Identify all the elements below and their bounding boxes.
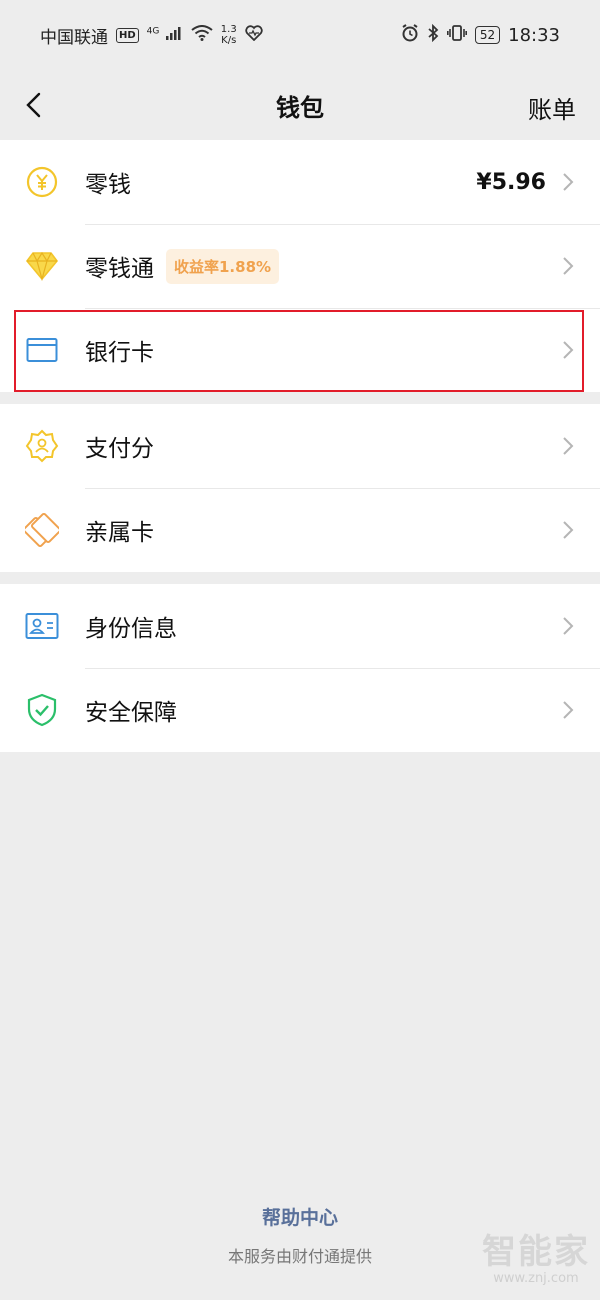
status-bar: 中国联通 HD 4G 1.3 K/s 52 18:33 [0, 0, 600, 70]
pay-score-icon [25, 429, 59, 463]
chevron-right-icon [562, 616, 574, 636]
hd-indicator: HD [116, 27, 139, 43]
row-label: 支付分 [85, 436, 154, 462]
row-pay-score[interactable]: 支付分 [0, 404, 600, 488]
battery-icon: 52 [474, 26, 501, 44]
yuan-coin-icon [25, 165, 59, 199]
chevron-right-icon [562, 172, 574, 192]
network-type: 4G [146, 26, 160, 37]
chevron-right-icon [562, 256, 574, 276]
yield-badge: 收益率1.88% [166, 248, 280, 284]
divider [85, 308, 600, 309]
bill-button[interactable]: 账单 [528, 90, 576, 125]
heartbeat-icon [245, 24, 263, 46]
wifi-icon [191, 24, 213, 46]
balance-value: ¥5.96 [476, 169, 546, 195]
row-security[interactable]: 安全保障 [0, 668, 600, 752]
shield-check-icon [25, 693, 59, 727]
chevron-right-icon [562, 436, 574, 456]
watermark-url: www.znj.com [493, 1271, 579, 1286]
row-label: 身份信息 [85, 616, 177, 642]
row-identity[interactable]: 身份信息 [0, 584, 600, 668]
divider [85, 488, 600, 489]
row-label: 零钱 [85, 172, 131, 198]
row-label: 安全保障 [85, 700, 177, 726]
wallet-group-credit: 支付分 亲属卡 [0, 404, 600, 572]
signal-icon: 4G [147, 25, 183, 45]
bank-card-highlight-box [14, 310, 584, 392]
back-icon[interactable] [22, 92, 48, 118]
chevron-right-icon [562, 700, 574, 720]
row-family-card[interactable]: 亲属卡 [0, 488, 600, 572]
row-label: 亲属卡 [85, 520, 154, 546]
chevron-right-icon [562, 520, 574, 540]
row-change-plus[interactable]: 零钱通 收益率1.88% [0, 224, 600, 308]
watermark: 智能家 www.znj.com [482, 1232, 590, 1286]
wallet-group-security: 身份信息 安全保障 [0, 584, 600, 752]
divider [85, 224, 600, 225]
row-label: 零钱通 [85, 256, 154, 282]
row-change[interactable]: 零钱 ¥5.96 [0, 140, 600, 224]
help-center-link[interactable]: 帮助中心 [0, 1203, 600, 1230]
vibrate-icon [446, 24, 467, 47]
page-title: 钱包 [276, 93, 324, 122]
family-card-icon [25, 513, 59, 547]
diamond-icon [25, 249, 59, 283]
id-card-icon [25, 609, 59, 643]
network-speed: 1.3 K/s [221, 24, 237, 46]
alarm-icon [401, 23, 419, 47]
nav-bar: 钱包 账单 [0, 70, 600, 140]
divider [85, 668, 600, 669]
watermark-brand: 智能家 [482, 1232, 590, 1272]
bluetooth-icon [427, 23, 439, 47]
speed-value: 1.3 [220, 24, 237, 35]
speed-unit: K/s [221, 35, 237, 46]
clock: 18:33 [508, 24, 560, 46]
carrier-name: 中国联通 [40, 27, 108, 48]
